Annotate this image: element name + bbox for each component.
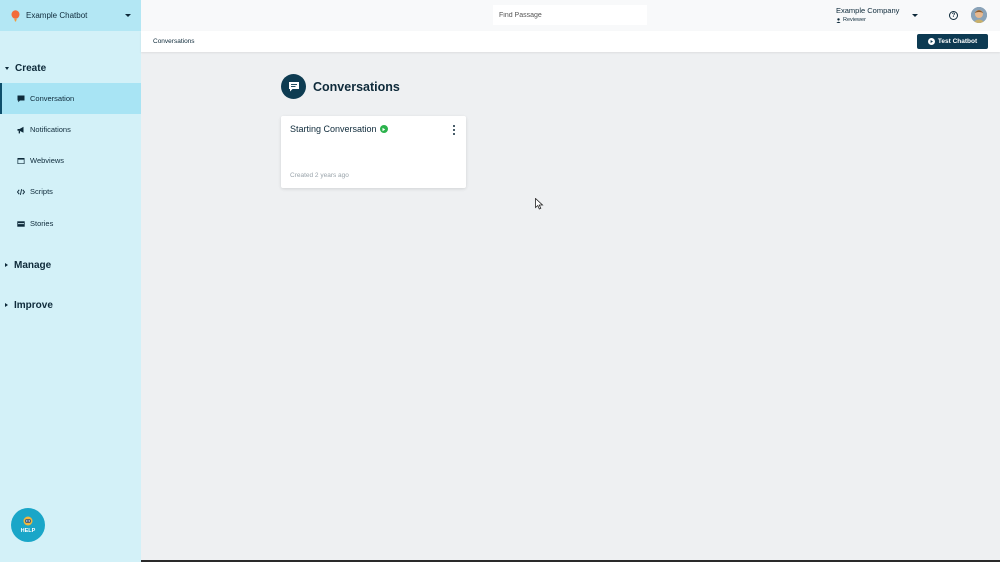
chevron-down-icon[interactable] [912,14,918,17]
test-chatbot-label: Test Chatbot [937,38,978,45]
breadcrumb-conversations[interactable]: Conversations [153,38,195,45]
sidebar-item-label: Scripts [30,187,53,196]
card-title-text: Starting Conversation [290,124,377,134]
section-manage[interactable]: Manage [0,258,51,272]
code-icon [17,188,25,196]
role-label: Reviewer [843,17,866,23]
caret-right-icon [5,303,8,307]
question-icon[interactable]: ? [949,11,958,20]
section-create[interactable]: Create [0,61,46,75]
company-switcher[interactable]: Example Company Reviewer [836,6,899,23]
sidebar-item-label: Webviews [30,156,65,165]
bot-name: Example Chatbot [26,11,88,20]
play-icon [927,38,935,45]
user-role: Reviewer [836,17,899,23]
user-icon [836,17,841,23]
megaphone-icon [17,126,25,134]
avatar[interactable] [971,7,987,23]
sidebar: Example Chatbot Create Conversation Noti… [0,0,141,562]
sidebar-item-scripts[interactable]: Scripts [0,176,141,207]
help-label: HELP [20,528,36,534]
sidebar-item-stories[interactable]: Stories [0,208,141,239]
section-label: Manage [14,259,52,271]
sidebar-item-label: Conversation [30,94,75,103]
section-label: Improve [14,299,53,311]
sidebar-item-notifications[interactable]: Notifications [0,114,141,145]
section-improve[interactable]: Improve [0,298,53,312]
bot-switcher[interactable]: Example Chatbot [0,0,141,31]
breadcrumb: Conversations Test Chatbot [141,31,1000,52]
chevron-down-icon [125,14,131,17]
page-title: Conversations [313,80,400,94]
play-status-icon [379,125,388,133]
sidebar-item-webviews[interactable]: Webviews [0,145,141,176]
sidebar-item-label: Notifications [30,125,71,134]
card-icon [17,220,25,228]
sidebar-item-label: Stories [30,219,54,228]
top-bar: Example Company Reviewer ? [141,0,1000,31]
more-options-icon[interactable] [451,125,457,135]
window-icon [17,157,25,165]
chat-bubble-icon [17,95,25,103]
help-bot-icon [23,516,33,526]
sidebar-item-conversation[interactable]: Conversation [0,83,141,114]
find-passage-input[interactable] [493,5,647,25]
test-chatbot-button[interactable]: Test Chatbot [917,34,988,49]
section-label: Create [15,62,47,74]
conversations-icon [281,74,306,99]
caret-down-icon [5,66,9,70]
caret-right-icon [5,263,8,267]
balloon-logo-icon [10,9,20,22]
conversation-card[interactable]: Starting Conversation Created 2 years ag… [281,116,466,188]
card-title: Starting Conversation [290,124,388,134]
help-button[interactable]: HELP [11,508,45,542]
company-name: Example Company [836,6,900,15]
mouse-cursor-icon [535,198,544,210]
created-timestamp: Created 2 years ago [290,172,349,179]
